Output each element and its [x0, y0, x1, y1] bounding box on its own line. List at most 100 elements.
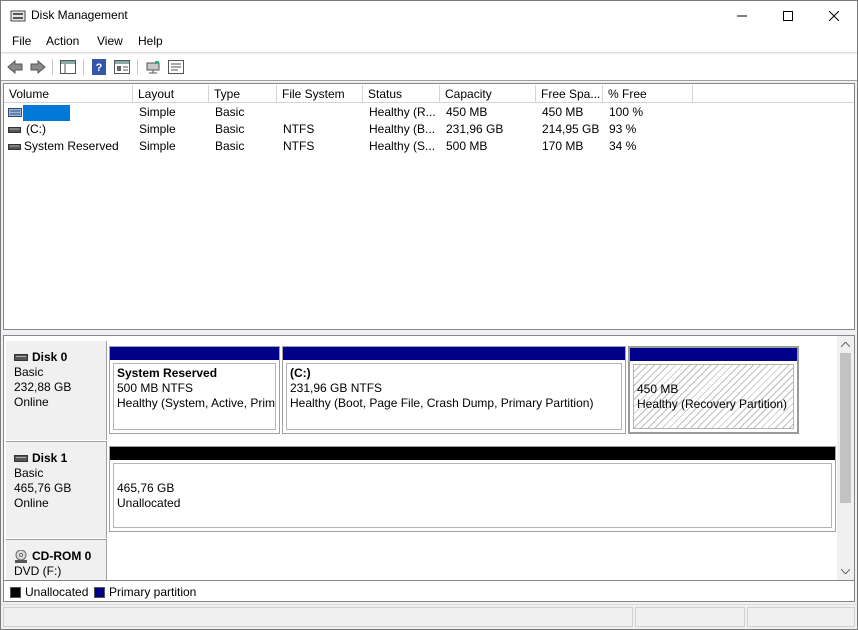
partition-size: 465,76 GB [117, 481, 175, 495]
partition-size: 450 MB [637, 382, 679, 396]
legend-label: Unallocated [25, 585, 89, 599]
cell-free-space: 170 MB [542, 139, 584, 153]
toolbar: ? [1, 54, 857, 81]
status-pane [747, 607, 855, 627]
column-header-type[interactable]: Type [209, 85, 277, 103]
disk-1-partitions: 465,76 GB Unallocated [109, 446, 836, 534]
close-icon [829, 11, 839, 21]
disk-1-label[interactable]: Disk 1 Basic 465,76 GB Online [6, 441, 107, 538]
partition-body: 465,76 GB Unallocated [113, 463, 832, 528]
partition-body: 450 MB Healthy (Recovery Partition) [633, 364, 794, 429]
properties-icon [114, 60, 130, 74]
legend-swatch [94, 586, 105, 598]
partition-body: (C:) 231,96 GB NTFS Healthy (Boot, Page … [286, 363, 622, 430]
legend-unallocated: Unallocated [10, 585, 88, 599]
cell-capacity: 231,96 GB [446, 122, 504, 136]
scroll-up-button[interactable] [837, 336, 854, 353]
partition-size: 500 MB NTFS [117, 381, 194, 395]
column-header-layout[interactable]: Layout [133, 85, 209, 103]
legend-label: Primary partition [109, 585, 197, 599]
cell-file-system: NTFS [283, 122, 315, 136]
menu-help[interactable]: Help [138, 34, 163, 48]
vertical-scrollbar[interactable] [837, 336, 854, 580]
disk-state: Online [14, 395, 49, 409]
disk-0-label[interactable]: Disk 0 Basic 232,88 GB Online [6, 341, 107, 440]
partition-title: (C:) [290, 366, 311, 380]
settings-icon [168, 60, 184, 74]
toolbar-separator [83, 59, 84, 75]
svg-text:?: ? [96, 62, 103, 74]
partition-color-bar [110, 447, 835, 460]
cell-layout: Simple [139, 105, 176, 119]
volume-list[interactable]: Volume Layout Type File System Status Ca… [3, 83, 855, 330]
minimize-icon [737, 15, 747, 17]
column-header-volume[interactable]: Volume [4, 85, 133, 103]
maximize-icon [783, 11, 793, 21]
disk-size: 465,76 GB [14, 481, 72, 495]
partition-status: Healthy (Boot, Page File, Crash Dump, Pr… [290, 396, 594, 410]
cell-layout: Simple [139, 122, 176, 136]
chevron-down-icon [841, 569, 850, 574]
cell-capacity: 450 MB [446, 105, 488, 119]
cell-status: Healthy (B... [369, 122, 436, 136]
volume-list-header: Volume Layout Type File System Status Ca… [4, 85, 854, 103]
partition-title: System Reserved [117, 366, 218, 380]
close-button[interactable] [811, 1, 857, 31]
partition-recovery[interactable]: 450 MB Healthy (Recovery Partition) [628, 346, 799, 434]
partition-unallocated[interactable]: 465,76 GB Unallocated [109, 446, 836, 532]
column-header-free-space[interactable]: Free Spa... [536, 85, 603, 103]
disk-type: DVD (F:) [14, 564, 62, 578]
disk-management-window: Disk Management File Action View Help ? [0, 0, 858, 630]
partition-size: 231,96 GB NTFS [290, 381, 383, 395]
partition-c[interactable]: (C:) 231,96 GB NTFS Healthy (Boot, Page … [282, 346, 626, 434]
scroll-thumb[interactable] [840, 353, 851, 503]
help-button[interactable]: ? [90, 58, 108, 76]
disk-0-partitions: System Reserved 500 MB NTFS Healthy (Sys… [109, 346, 799, 436]
connect-button[interactable] [144, 58, 162, 76]
cell-status: Healthy (S... [369, 139, 436, 153]
cell-capacity: 500 MB [446, 139, 488, 153]
maximize-button[interactable] [765, 1, 811, 31]
column-header-capacity[interactable]: Capacity [440, 85, 536, 103]
scroll-down-button[interactable] [837, 563, 854, 580]
volume-name-selected[interactable] [23, 105, 70, 121]
status-bar [1, 604, 857, 629]
cdrom-0-label[interactable]: CD-ROM 0 DVD (F:) [6, 539, 107, 580]
column-header-percent-free[interactable]: % Free [603, 85, 693, 103]
properties-button[interactable] [113, 58, 131, 76]
cell-type: Basic [215, 122, 245, 136]
back-button[interactable] [6, 58, 24, 76]
volume-row[interactable]: Simple Basic Healthy (R... 450 MB 450 MB… [4, 104, 854, 121]
cell-free-space: 450 MB [542, 105, 584, 119]
partition-color-bar [630, 348, 797, 361]
legend-primary-partition: Primary partition [94, 585, 196, 599]
disk-icon [14, 354, 28, 361]
forward-icon [30, 60, 46, 74]
menu-view[interactable]: View [97, 34, 123, 48]
toolbar-separator [137, 59, 138, 75]
volume-row[interactable]: System Reserved Simple Basic NTFS Health… [4, 138, 854, 155]
cell-status: Healthy (R... [369, 105, 436, 119]
drive-icon [8, 144, 21, 150]
menu-file[interactable]: File [12, 34, 31, 48]
partition-system-reserved[interactable]: System Reserved 500 MB NTFS Healthy (Sys… [109, 346, 280, 434]
cell-volume: System Reserved [24, 139, 119, 153]
disk-size: 232,88 GB [14, 380, 72, 394]
show-hide-console-tree-button[interactable] [59, 58, 77, 76]
menu-action[interactable]: Action [46, 34, 79, 48]
settings-button[interactable] [167, 58, 185, 76]
minimize-button[interactable] [719, 1, 765, 31]
volume-row[interactable]: (C:) Simple Basic NTFS Healthy (B... 231… [4, 121, 854, 138]
partition-title [637, 367, 793, 382]
cell-percent-free: 100 % [609, 105, 644, 119]
graphical-disk-view[interactable]: Disk 0 Basic 232,88 GB Online System Res… [3, 335, 855, 581]
column-header-file-system[interactable]: File System [277, 85, 363, 103]
disk-name: Disk 1 [32, 451, 68, 465]
cell-free-space: 214,95 GB [542, 122, 600, 136]
disk-type: Basic [14, 365, 44, 379]
menu-bar: File Action View Help [1, 31, 857, 53]
forward-button[interactable] [29, 58, 47, 76]
window-title: Disk Management [31, 8, 128, 22]
column-header-status[interactable]: Status [363, 85, 440, 103]
cd-rom-icon [15, 550, 27, 563]
